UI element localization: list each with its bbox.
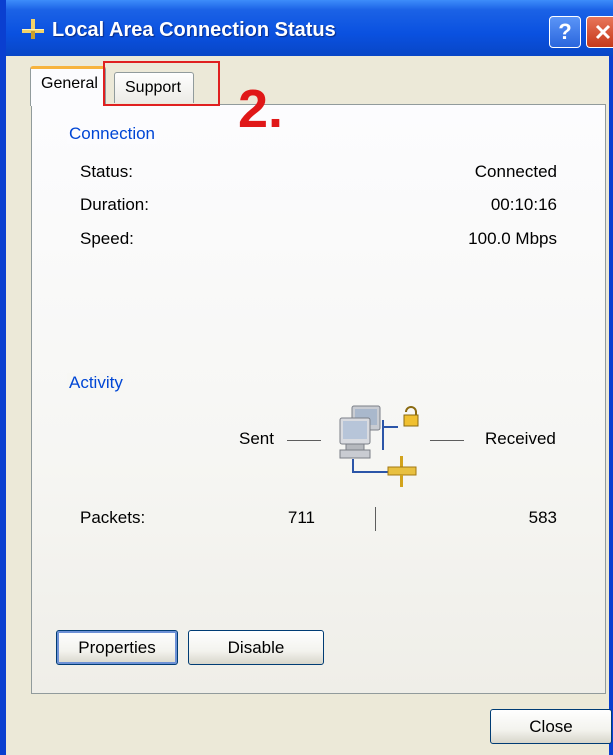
general-tab-panel: [31, 104, 606, 694]
help-icon: ?: [558, 19, 572, 44]
packets-divider: [375, 507, 376, 531]
sent-line: [287, 440, 321, 441]
title-bar[interactable]: Local Area Connection Status ?: [6, 0, 613, 56]
properties-button[interactable]: Properties: [56, 630, 178, 665]
speed-value: 100.0 Mbps: [468, 229, 557, 248]
status-dialog-window: Local Area Connection Status ? General S…: [0, 0, 613, 755]
packets-received-value: 583: [528, 508, 557, 527]
disable-button[interactable]: Disable: [188, 630, 324, 665]
network-connection-icon: [22, 19, 44, 39]
network-computers-lock-icon: [339, 405, 419, 487]
close-button[interactable]: Close: [490, 709, 612, 744]
duration-label: Duration:: [80, 195, 149, 214]
connection-group-title: Connection: [67, 124, 158, 144]
annotation-highlight-box: [103, 61, 220, 106]
sent-label: Sent: [239, 429, 274, 448]
title-close-button[interactable]: [586, 16, 613, 48]
activity-group-title: Activity: [67, 373, 125, 393]
close-icon: [595, 24, 611, 40]
duration-value: 00:10:16: [490, 195, 557, 214]
speed-label: Speed:: [80, 229, 134, 248]
tab-general[interactable]: General: [30, 66, 106, 106]
status-label: Status:: [80, 162, 133, 181]
help-button[interactable]: ?: [549, 16, 581, 48]
window-title: Local Area Connection Status: [52, 19, 336, 41]
status-value: Connected: [474, 162, 557, 181]
annotation-step-label: 2.: [238, 79, 284, 139]
received-line: [430, 440, 464, 441]
received-label: Received: [485, 429, 556, 448]
packets-sent-value: 711: [287, 508, 315, 527]
packets-label: Packets:: [80, 508, 146, 527]
tab-general-label: General: [41, 75, 98, 92]
